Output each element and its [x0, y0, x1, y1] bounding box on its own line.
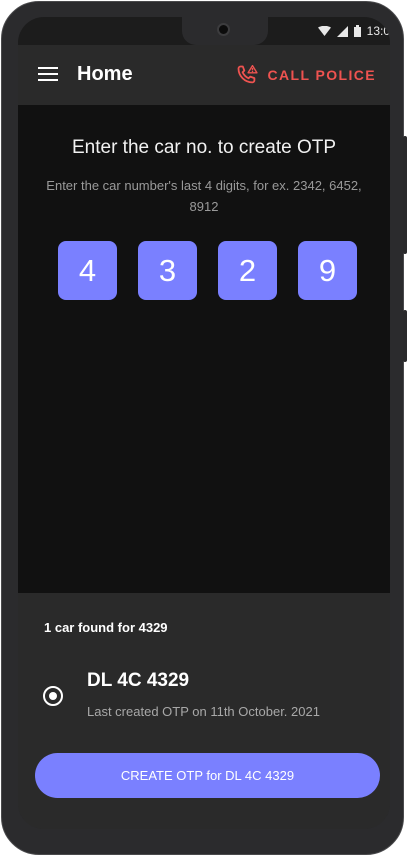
create-otp-button[interactable]: CREATE OTP for DL 4C 4329	[35, 753, 380, 798]
entry-instructions: Enter the car number's last 4 digits, fo…	[46, 178, 362, 214]
results-panel: 1 car found for 4329 DL 4C 4329 Last cre…	[18, 593, 390, 829]
status-icons: 13:0	[317, 23, 390, 39]
wifi-icon	[317, 25, 331, 36]
digit-inputs: 4 3 2 9	[58, 241, 357, 300]
app-bar: Home CALL POLICE	[18, 45, 390, 105]
cell-signal-icon	[336, 25, 348, 37]
call-police-button[interactable]: CALL POLICE	[236, 65, 376, 85]
battery-icon	[353, 25, 361, 37]
front-camera	[217, 23, 230, 36]
car-number: DL 4C 4329	[87, 670, 190, 691]
digit-input-3[interactable]: 2	[218, 241, 277, 300]
call-police-label: CALL POLICE	[267, 67, 376, 83]
car-last-otp: Last created OTP on 11th October. 2021	[87, 704, 320, 719]
power-button	[403, 310, 407, 362]
notch	[182, 17, 268, 45]
results-count: 1 car found for 4329	[44, 620, 168, 635]
entry-heading: Enter the car no. to create OTP	[71, 137, 336, 158]
phone-alert-icon	[237, 65, 258, 84]
volume-button	[403, 136, 407, 254]
car-radio-button[interactable]	[43, 686, 63, 706]
otp-entry-panel: Enter the car no. to create OTP Enter th…	[18, 105, 390, 593]
phone-frame: 13:0 Home CALL POLICE Enter the car no. …	[1, 1, 404, 855]
radio-selected-dot	[49, 692, 57, 700]
status-bar: 13:0	[18, 17, 390, 45]
list-item[interactable]: DL 4C 4329 Last created OTP on 11th Octo…	[18, 657, 390, 737]
digit-input-2[interactable]: 3	[138, 241, 197, 300]
app-screen: 13:0 Home CALL POLICE Enter the car no. …	[18, 17, 390, 829]
menu-icon[interactable]	[38, 67, 58, 81]
status-time: 13:0	[366, 24, 390, 38]
digit-input-1[interactable]: 4	[58, 241, 117, 300]
page-title: Home	[77, 63, 133, 85]
digit-input-4[interactable]: 9	[298, 241, 357, 300]
